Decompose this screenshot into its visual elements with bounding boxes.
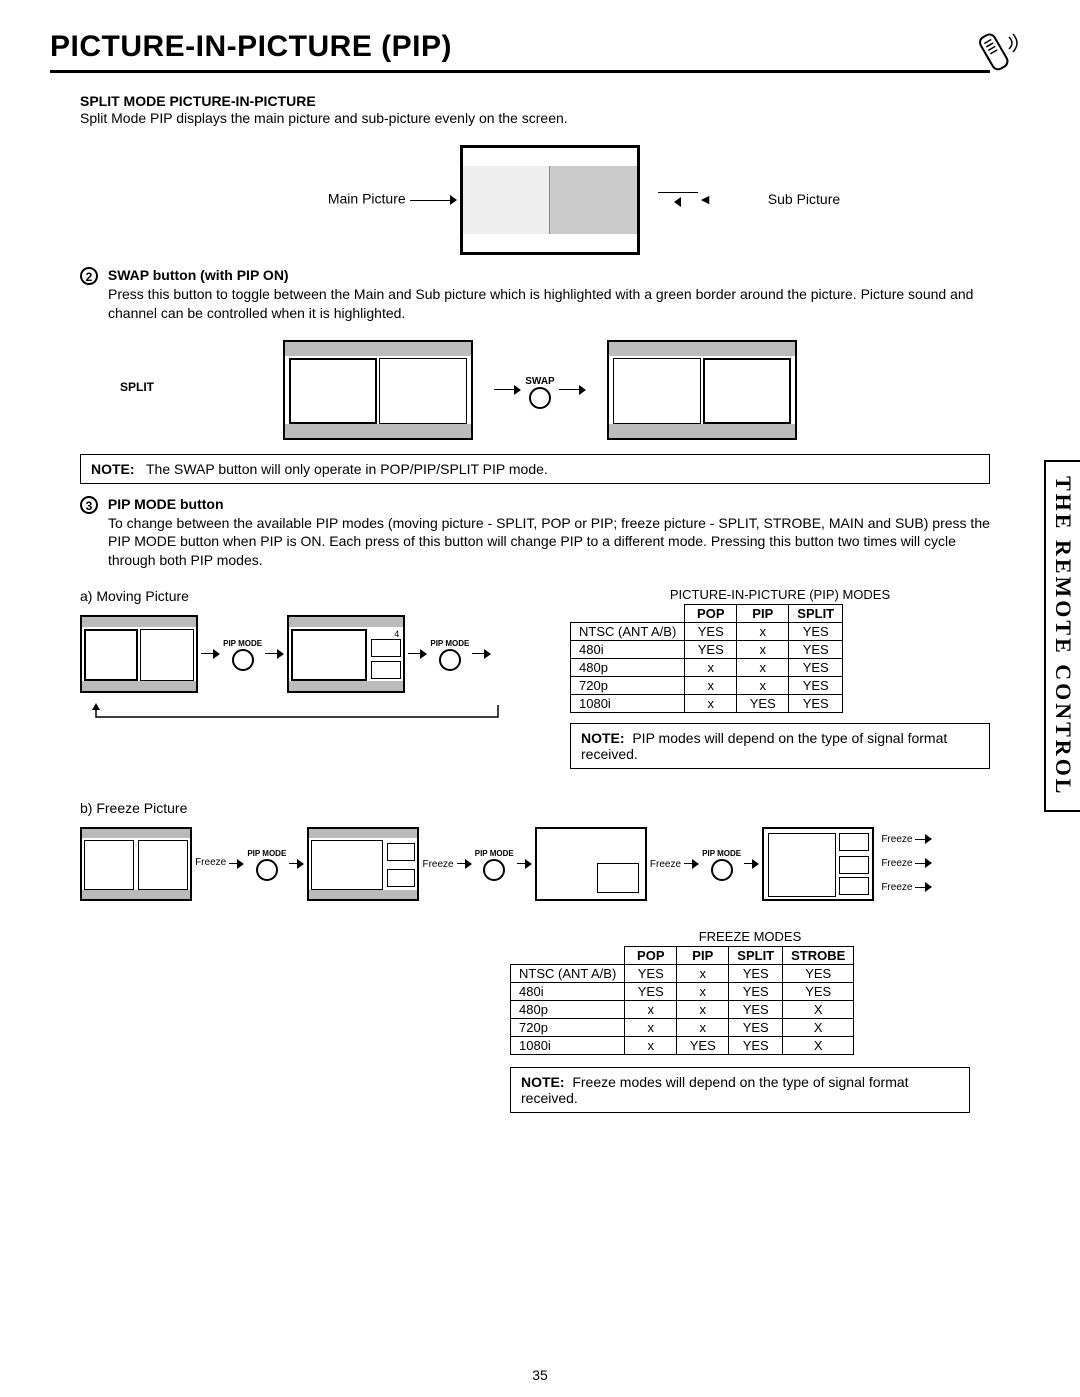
pip-table-note: NOTE: PIP modes will depend on the type … <box>570 723 990 769</box>
pip-modes-table: POPPIPSPLIT NTSC (ANT A/B)YESxYES 480iYE… <box>570 604 843 713</box>
split-mode-body: Split Mode PIP displays the main picture… <box>80 109 990 127</box>
pip-table-title: PICTURE-IN-PICTURE (PIP) MODES <box>570 587 990 602</box>
swap-diagram: SPLIT SWAP <box>50 340 1030 440</box>
step-number-3: 3 <box>80 496 98 514</box>
pipmode-button-icon <box>439 649 461 671</box>
freeze-modes-table: POPPIPSPLITSTROBE NTSC (ANT A/B)YESxYESY… <box>510 946 854 1055</box>
pipmode-button-icon <box>232 649 254 671</box>
freeze-picture-label: b) Freeze Picture <box>80 799 990 817</box>
swap-button-label: SWAP <box>525 376 554 387</box>
swap-button-icon <box>529 387 551 409</box>
page-number: 35 <box>0 1367 1080 1383</box>
swap-body: Press this button to toggle between the … <box>108 285 990 321</box>
loop-arrow <box>88 703 508 732</box>
freeze-picture-diagram: Freeze PIP MODE Freeze PIP MODE Freeze P… <box>80 827 990 901</box>
swap-note: NOTE: The SWAP button will only operate … <box>80 454 990 484</box>
moving-picture-label: a) Moving Picture <box>80 587 508 605</box>
moving-picture-diagram: PIP MODE 4 PIP MODE <box>80 615 508 693</box>
split-mode-diagram: Main Picture ◄ Sub Picture <box>50 145 1030 255</box>
freeze-table-note: NOTE: Freeze modes will depend on the ty… <box>510 1067 970 1113</box>
page-title: PICTURE-IN-PICTURE (PIP) <box>50 30 990 73</box>
freeze-table-title: FREEZE MODES <box>510 929 990 944</box>
step-number-2: 2 <box>80 267 98 285</box>
main-picture-label: Main Picture <box>328 191 406 207</box>
split-mode-heading: SPLIT MODE PICTURE-IN-PICTURE <box>80 93 990 109</box>
pipmode-heading: PIP MODE button <box>108 496 224 512</box>
sub-picture-label: Sub Picture <box>768 191 840 207</box>
split-label: SPLIT <box>120 380 154 394</box>
pipmode-body: To change between the available PIP mode… <box>108 514 990 569</box>
swap-heading: SWAP button (with PIP ON) <box>108 267 289 283</box>
